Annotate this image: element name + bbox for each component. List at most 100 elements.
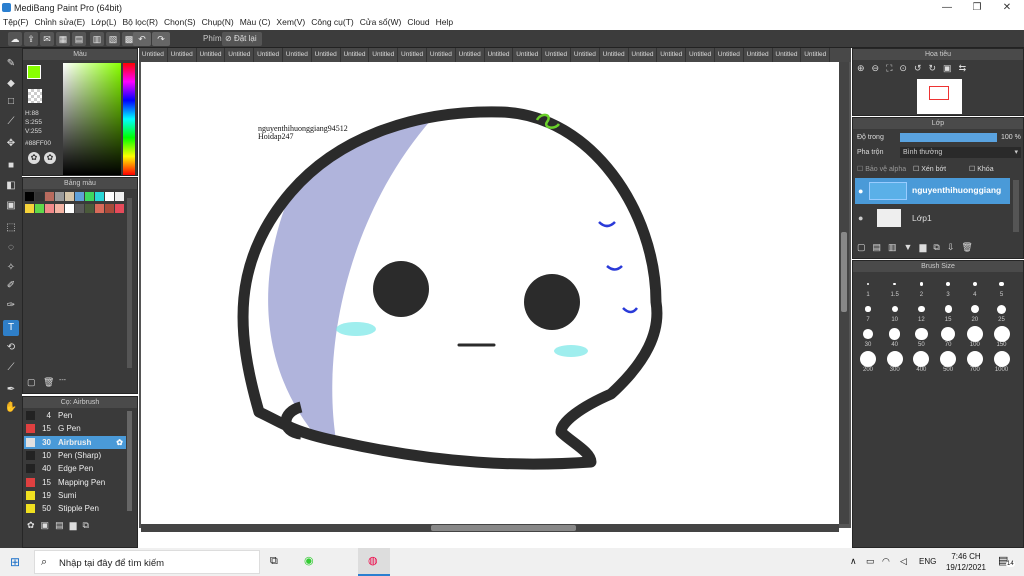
- palette-swatch[interactable]: [45, 192, 54, 201]
- brush-item[interactable]: 10 Pen (Sharp): [24, 449, 126, 462]
- palette-swatch[interactable]: [25, 192, 34, 201]
- document-tab[interactable]: Untitled: [485, 48, 514, 62]
- divide-tool-icon[interactable]: ⟋: [3, 360, 19, 376]
- lock-checkbox[interactable]: ☐ Khóa: [969, 165, 994, 173]
- eyedropper-tool-icon[interactable]: ✒: [3, 382, 19, 398]
- zoom-out-icon[interactable]: ⊖: [872, 63, 887, 73]
- layer-row-selected[interactable]: ● nguyenthihuonggiang: [855, 178, 1010, 204]
- move-tool-icon[interactable]: ✥: [3, 136, 19, 152]
- menu-view[interactable]: Xem(V): [273, 16, 308, 28]
- operation-tool-icon[interactable]: ⟲: [3, 340, 19, 356]
- delete-palette-icon[interactable]: 🗑: [43, 377, 54, 387]
- hand-tool-icon[interactable]: ✋: [3, 400, 19, 416]
- menu-layer[interactable]: Lớp(L): [88, 16, 119, 28]
- palette-scrollbar[interactable]: [127, 198, 132, 368]
- transparent-swatch[interactable]: [28, 89, 42, 103]
- brush-size-option[interactable]: 700: [962, 351, 988, 375]
- brush-size-option[interactable]: 4: [962, 276, 988, 300]
- saturation-value-square[interactable]: [63, 63, 121, 175]
- wifi-icon[interactable]: ◠: [882, 556, 890, 567]
- lasso-tool-icon[interactable]: ◌: [3, 240, 19, 256]
- document-tab[interactable]: Untitled: [600, 48, 629, 62]
- navigator-preview[interactable]: [917, 79, 962, 114]
- brush-copy-icon[interactable]: ▤: [55, 520, 70, 530]
- palette-swatch[interactable]: [95, 204, 104, 213]
- brush-size-option[interactable]: 400: [908, 351, 934, 375]
- close-button[interactable]: ✕: [992, 0, 1022, 16]
- brush-size-option[interactable]: 15: [935, 301, 961, 325]
- brush-size-option[interactable]: 150: [989, 326, 1015, 350]
- windows-start-icon[interactable]: ⊞: [10, 555, 20, 569]
- document-tab[interactable]: Untitled: [197, 48, 226, 62]
- document-tab[interactable]: Untitled: [341, 48, 370, 62]
- search-box[interactable]: ⌕ Nhập tại đây để tìm kiếm: [34, 550, 260, 574]
- document-tab[interactable]: Untitled: [427, 48, 456, 62]
- settings-gear-icon[interactable]: ✿: [116, 436, 123, 449]
- palette-swatch[interactable]: [75, 204, 84, 213]
- palette-swatch[interactable]: [95, 192, 104, 201]
- volume-icon[interactable]: ◁: [900, 556, 907, 567]
- document-tab[interactable]: Untitled: [398, 48, 427, 62]
- palette-swatch[interactable]: [55, 192, 64, 201]
- visibility-eye-icon[interactable]: ●: [858, 186, 863, 196]
- eraser-tool-icon[interactable]: ◆: [3, 76, 19, 92]
- line-tool-icon[interactable]: ⟋: [3, 114, 19, 130]
- select-pen-tool-icon[interactable]: ✐: [3, 278, 19, 294]
- document-tab[interactable]: Untitled: [744, 48, 773, 62]
- new-layer-icon[interactable]: ▢: [857, 242, 873, 252]
- layer-scrollbar[interactable]: [1013, 180, 1019, 232]
- layer-row[interactable]: ● Lớp1: [855, 205, 1010, 231]
- menu-file[interactable]: Tệp(F): [0, 16, 32, 28]
- fill-tool-icon[interactable]: ◧: [3, 178, 19, 194]
- palette-swatch[interactable]: [105, 192, 114, 201]
- menu-filter[interactable]: Bộ lọc(R): [120, 16, 161, 28]
- delete-layer-icon[interactable]: 🗑: [961, 242, 979, 252]
- document-tab[interactable]: Untitled: [283, 48, 312, 62]
- palette-swatch[interactable]: [85, 204, 94, 213]
- document-tab[interactable]: Untitled: [571, 48, 600, 62]
- brush-duplicate-icon[interactable]: ⧉: [83, 520, 95, 530]
- palette-swatch[interactable]: [115, 192, 124, 201]
- document-tab[interactable]: Untitled: [773, 48, 802, 62]
- app-taskbar-icon[interactable]: ◉: [304, 554, 314, 567]
- brush-size-option[interactable]: 300: [882, 351, 908, 375]
- menu-snap[interactable]: Chụp(N): [199, 16, 237, 28]
- language-indicator[interactable]: ENG: [919, 557, 936, 566]
- flip-icon[interactable]: ⇆: [959, 63, 974, 73]
- document-tab[interactable]: Untitled: [168, 48, 197, 62]
- duplicate-layer-icon[interactable]: ⧉: [933, 242, 946, 252]
- brush-size-option[interactable]: 500: [935, 351, 961, 375]
- brush-list-scrollbar[interactable]: [127, 411, 132, 511]
- document-tab[interactable]: Untitled: [686, 48, 715, 62]
- blend-mode-select[interactable]: Bình thường ▾: [900, 147, 1021, 158]
- menu-cloud[interactable]: Cloud: [404, 16, 432, 28]
- palette-swatch[interactable]: [65, 204, 74, 213]
- palette-swatch[interactable]: [35, 192, 44, 201]
- fit-icon[interactable]: ⛶: [886, 63, 899, 73]
- brush-size-option[interactable]: 10: [882, 301, 908, 325]
- grid-icon[interactable]: ▦: [56, 32, 70, 46]
- brush-size-option[interactable]: 20: [962, 301, 988, 325]
- brush-item[interactable]: 19 Sumi: [24, 489, 126, 502]
- palette-swatch[interactable]: [115, 204, 124, 213]
- medibang-taskbar-button[interactable]: ◍: [358, 548, 390, 576]
- document-tab[interactable]: Untitled: [254, 48, 283, 62]
- drawing-canvas[interactable]: nguyenthihuonggiang94512 Hoidap247: [141, 62, 839, 524]
- cloud-icon[interactable]: ☁: [8, 32, 22, 46]
- horizontal-scroll-thumb[interactable]: [431, 525, 576, 531]
- menu-edit[interactable]: Chỉnh sửa(E): [32, 16, 89, 28]
- zoom-in-icon[interactable]: ⊕: [857, 63, 872, 73]
- magic-wand-tool-icon[interactable]: ✧: [3, 260, 19, 276]
- maximize-button[interactable]: ❐: [962, 0, 992, 16]
- protect-alpha-checkbox[interactable]: ☐ Bảo vệ alpha: [857, 165, 906, 173]
- new-palette-icon[interactable]: ▢: [27, 377, 37, 387]
- brush-size-option[interactable]: 25: [989, 301, 1015, 325]
- menu-color[interactable]: Màu (C): [237, 16, 274, 28]
- minimize-button[interactable]: —: [932, 0, 962, 16]
- vertical-scrollbar[interactable]: [839, 62, 849, 524]
- palette-swatch[interactable]: [25, 204, 34, 213]
- menu-select[interactable]: Chọn(S): [161, 16, 199, 28]
- vertical-scroll-thumb[interactable]: [841, 232, 847, 312]
- horizontal-scrollbar[interactable]: [141, 524, 839, 532]
- palette-swatch[interactable]: [45, 204, 54, 213]
